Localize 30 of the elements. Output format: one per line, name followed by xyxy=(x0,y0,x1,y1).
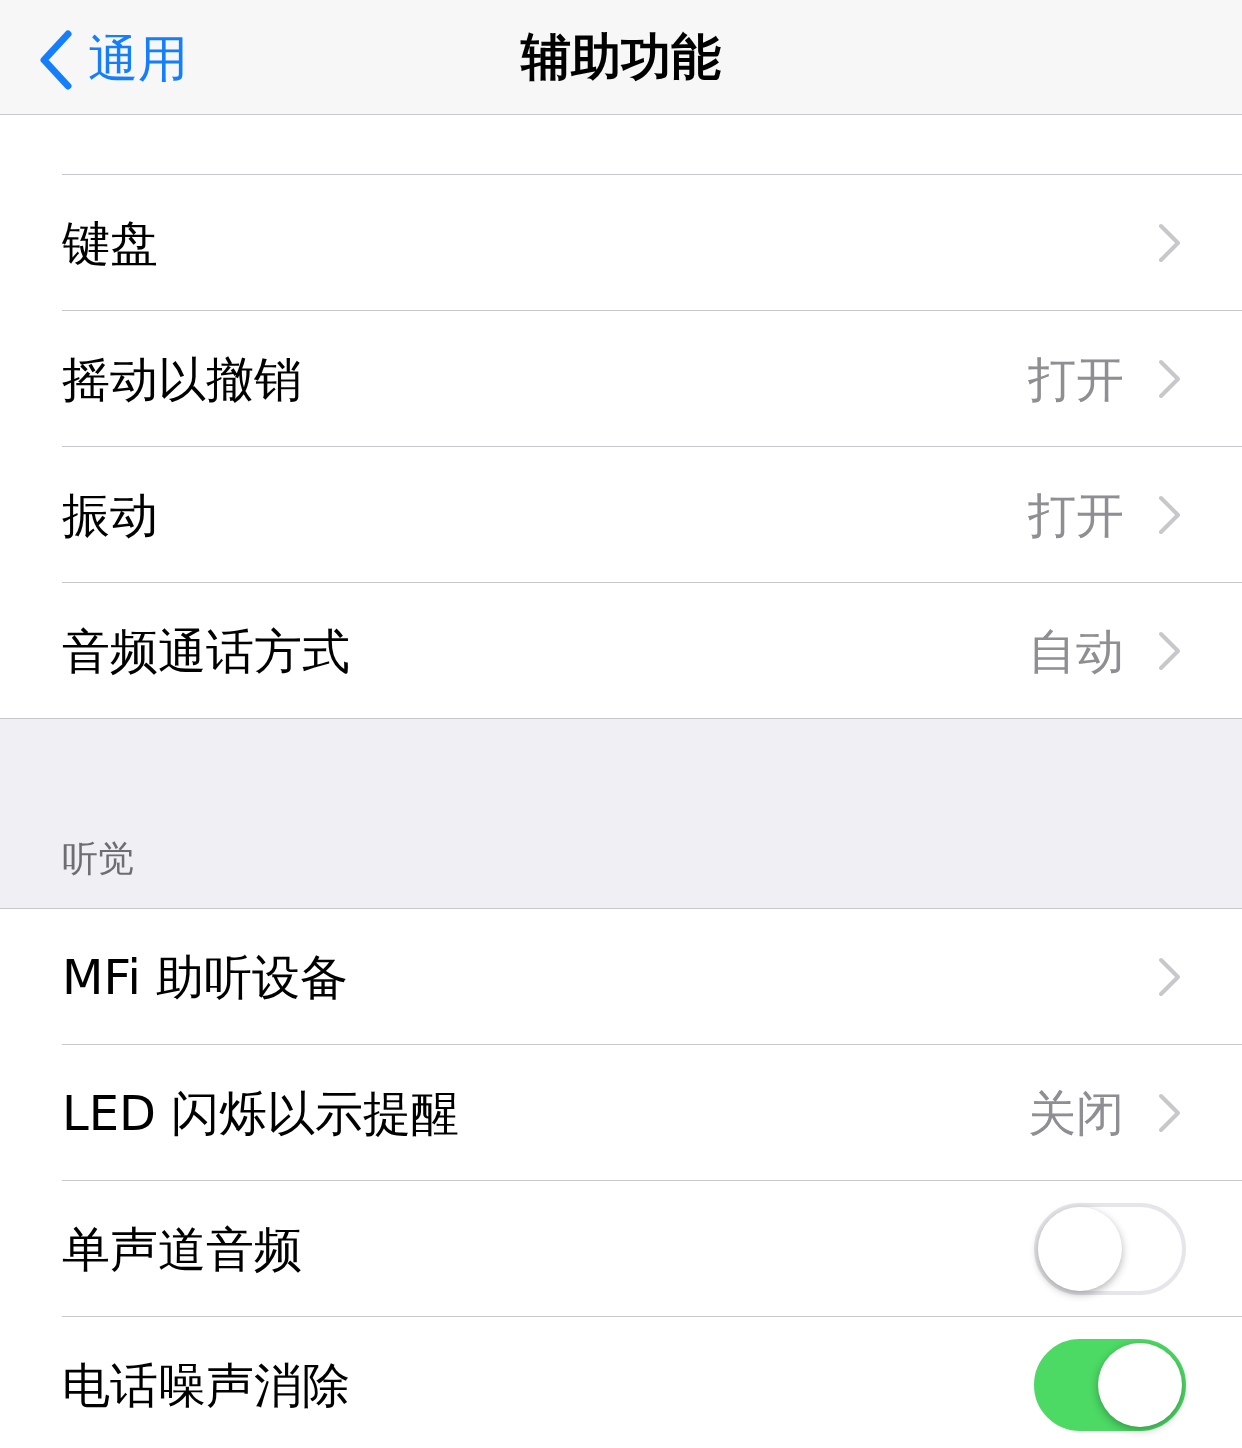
row-label: 单声道音频 xyxy=(62,1219,302,1279)
settings-row[interactable]: 电话噪声消除 xyxy=(0,1317,1242,1448)
row-label: 摇动以撤销 xyxy=(62,349,302,409)
back-button[interactable]: 通用 xyxy=(38,22,188,97)
row-label: 电话噪声消除 xyxy=(62,1355,350,1415)
back-chevron-icon xyxy=(38,29,74,90)
row-value: 自动 xyxy=(1028,621,1124,681)
settings-row[interactable]: 键盘 xyxy=(0,175,1242,311)
row-label: LED 闪烁以示提醒 xyxy=(62,1083,460,1143)
row-label: MFi 助听设备 xyxy=(62,947,349,1007)
chevron-icon xyxy=(1158,956,1182,997)
row-value: 打开 xyxy=(1028,349,1124,409)
chevron-icon xyxy=(1158,1092,1182,1133)
settings-row[interactable]: MFi 助听设备 xyxy=(0,909,1242,1045)
chevron-icon xyxy=(1158,630,1182,671)
chevron-icon xyxy=(1158,222,1182,263)
row-label: 振动 xyxy=(62,485,158,545)
settings-row[interactable]: 振动 打开 xyxy=(0,447,1242,583)
row-label: 音频通话方式 xyxy=(62,621,350,681)
page-title: 辅助功能 xyxy=(521,26,721,88)
settings-row[interactable]: 音频通话方式 自动 xyxy=(0,583,1242,718)
row-value: 打开 xyxy=(1028,485,1124,545)
settings-row[interactable]: LED 闪烁以示提醒 关闭 xyxy=(0,1045,1242,1181)
row-value: 关闭 xyxy=(1028,1083,1124,1143)
section-header: 听觉 xyxy=(62,837,134,881)
settings-row[interactable]: 单声道音频 xyxy=(0,1181,1242,1317)
row-label: 键盘 xyxy=(62,213,158,273)
chevron-icon xyxy=(1158,494,1182,535)
settings-row[interactable]: 摇动以撤销 打开 xyxy=(0,311,1242,447)
chevron-icon xyxy=(1158,358,1182,399)
